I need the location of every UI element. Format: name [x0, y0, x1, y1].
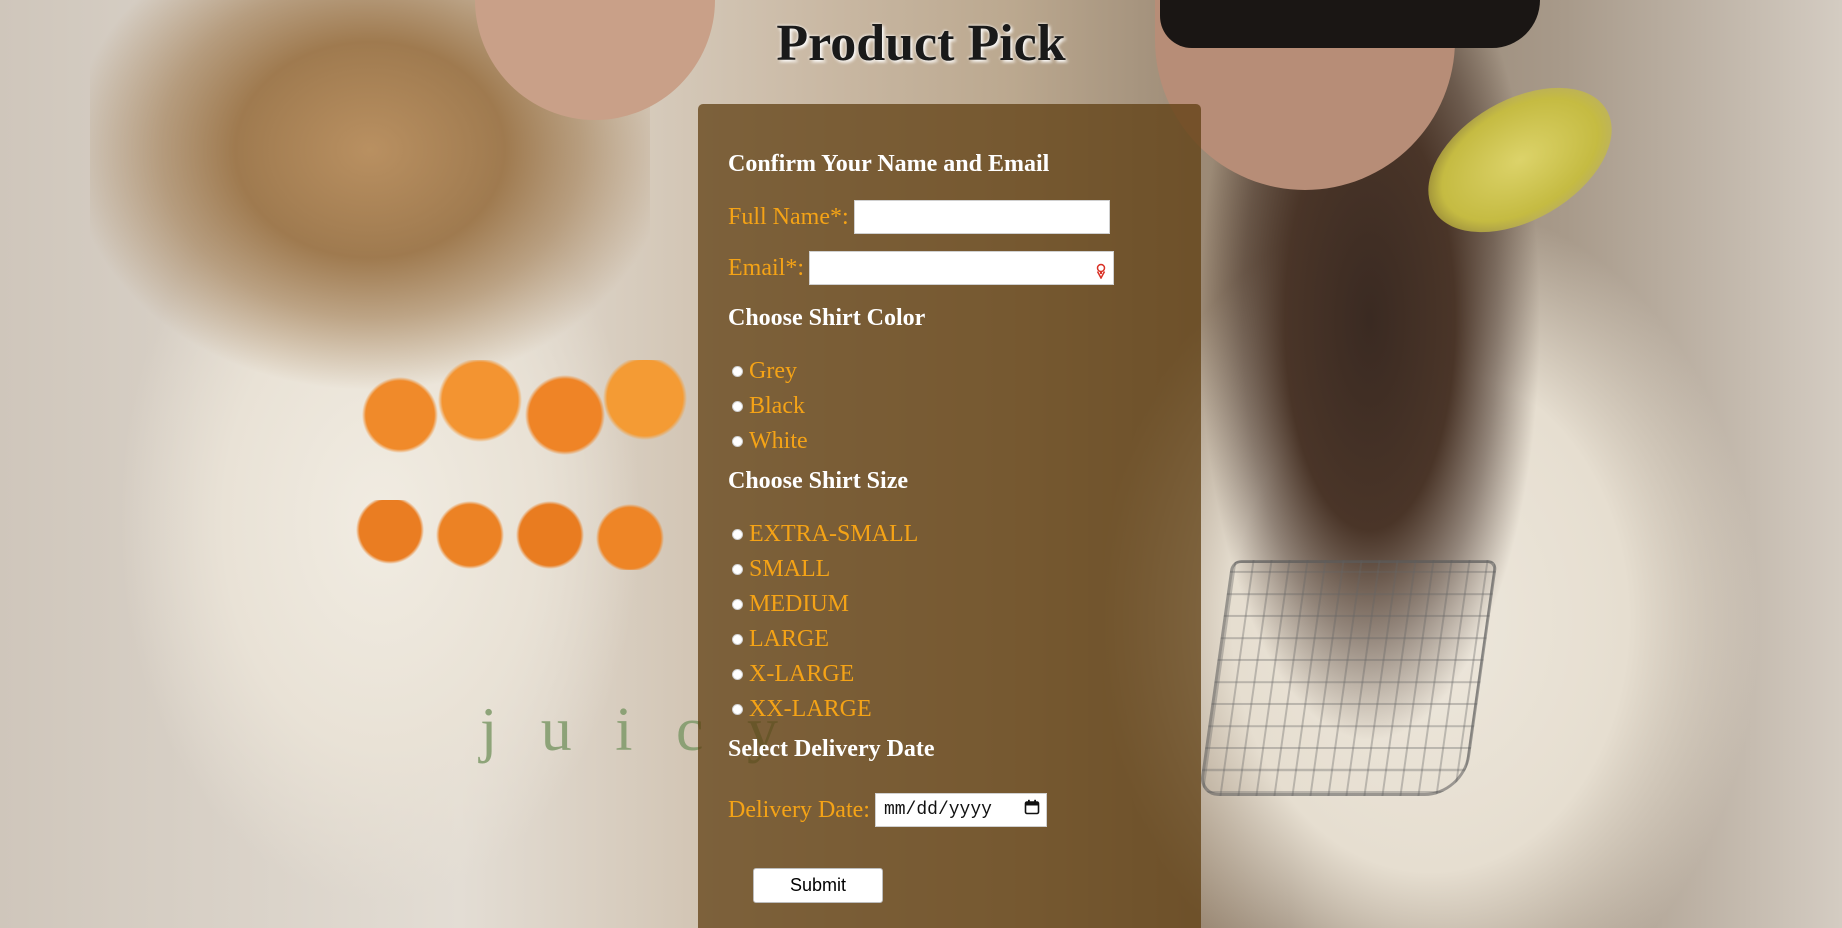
size-option-label: SMALL	[749, 556, 831, 582]
size-option-label: X-LARGE	[749, 661, 855, 687]
background-photo-detail	[360, 360, 720, 470]
color-option-label: Black	[749, 393, 805, 419]
size-option-label: MEDIUM	[749, 591, 849, 617]
email-row: Email*:	[728, 251, 1114, 285]
radio-button[interactable]	[732, 669, 743, 680]
full-name-row: Full Name*:	[728, 200, 1110, 234]
size-option-extra-small[interactable]: EXTRA-SMALL	[728, 521, 918, 548]
page-title: Product Pick	[776, 15, 1066, 72]
color-option-grey[interactable]: Grey	[728, 358, 797, 385]
size-option-xx-large[interactable]: XX-LARGE	[728, 696, 872, 723]
color-option-white[interactable]: White	[728, 428, 808, 455]
order-form: Confirm Your Name and Email Full Name*: …	[698, 104, 1201, 928]
radio-button[interactable]	[732, 401, 743, 412]
radio-button[interactable]	[732, 634, 743, 645]
radio-button[interactable]	[732, 704, 743, 715]
email-input-wrap	[808, 251, 1114, 285]
shirt-size-heading: Choose Shirt Size	[728, 468, 908, 494]
calendar-icon[interactable]	[1024, 799, 1040, 821]
radio-button[interactable]	[732, 529, 743, 540]
delivery-date-label: Delivery Date:	[728, 796, 870, 823]
password-key-icon[interactable]	[1096, 259, 1106, 280]
delivery-date-row: Delivery Date: mm/dd/yyyy	[728, 793, 1047, 827]
size-option-large[interactable]: LARGE	[728, 626, 829, 653]
shirt-color-heading: Choose Shirt Color	[728, 305, 926, 331]
email-input[interactable]	[808, 251, 1114, 285]
background-photo-detail	[1198, 560, 1498, 796]
radio-button[interactable]	[732, 564, 743, 575]
size-option-label: EXTRA-SMALL	[749, 521, 919, 547]
date-placeholder: mm/dd/yyyy	[883, 800, 992, 820]
size-option-x-large[interactable]: X-LARGE	[728, 661, 854, 688]
background-photo-detail	[350, 500, 730, 570]
full-name-label: Full Name*:	[728, 203, 849, 230]
size-option-small[interactable]: SMALL	[728, 556, 830, 583]
radio-button[interactable]	[732, 436, 743, 447]
delivery-date-input[interactable]: mm/dd/yyyy	[874, 793, 1047, 827]
radio-button[interactable]	[732, 599, 743, 610]
radio-button[interactable]	[732, 366, 743, 377]
name-email-heading: Confirm Your Name and Email	[728, 151, 1050, 177]
email-label: Email*:	[728, 254, 804, 281]
size-option-label: XX-LARGE	[749, 696, 872, 722]
color-option-label: White	[749, 428, 808, 454]
page: j u i c y Product Pick Confirm Your Name…	[0, 0, 1842, 928]
full-name-input[interactable]	[853, 200, 1110, 234]
submit-button[interactable]: Submit	[753, 868, 883, 903]
delivery-date-heading: Select Delivery Date	[728, 736, 935, 762]
color-option-label: Grey	[749, 358, 797, 384]
size-option-label: LARGE	[749, 626, 829, 652]
color-option-black[interactable]: Black	[728, 393, 805, 420]
size-option-medium[interactable]: MEDIUM	[728, 591, 849, 618]
